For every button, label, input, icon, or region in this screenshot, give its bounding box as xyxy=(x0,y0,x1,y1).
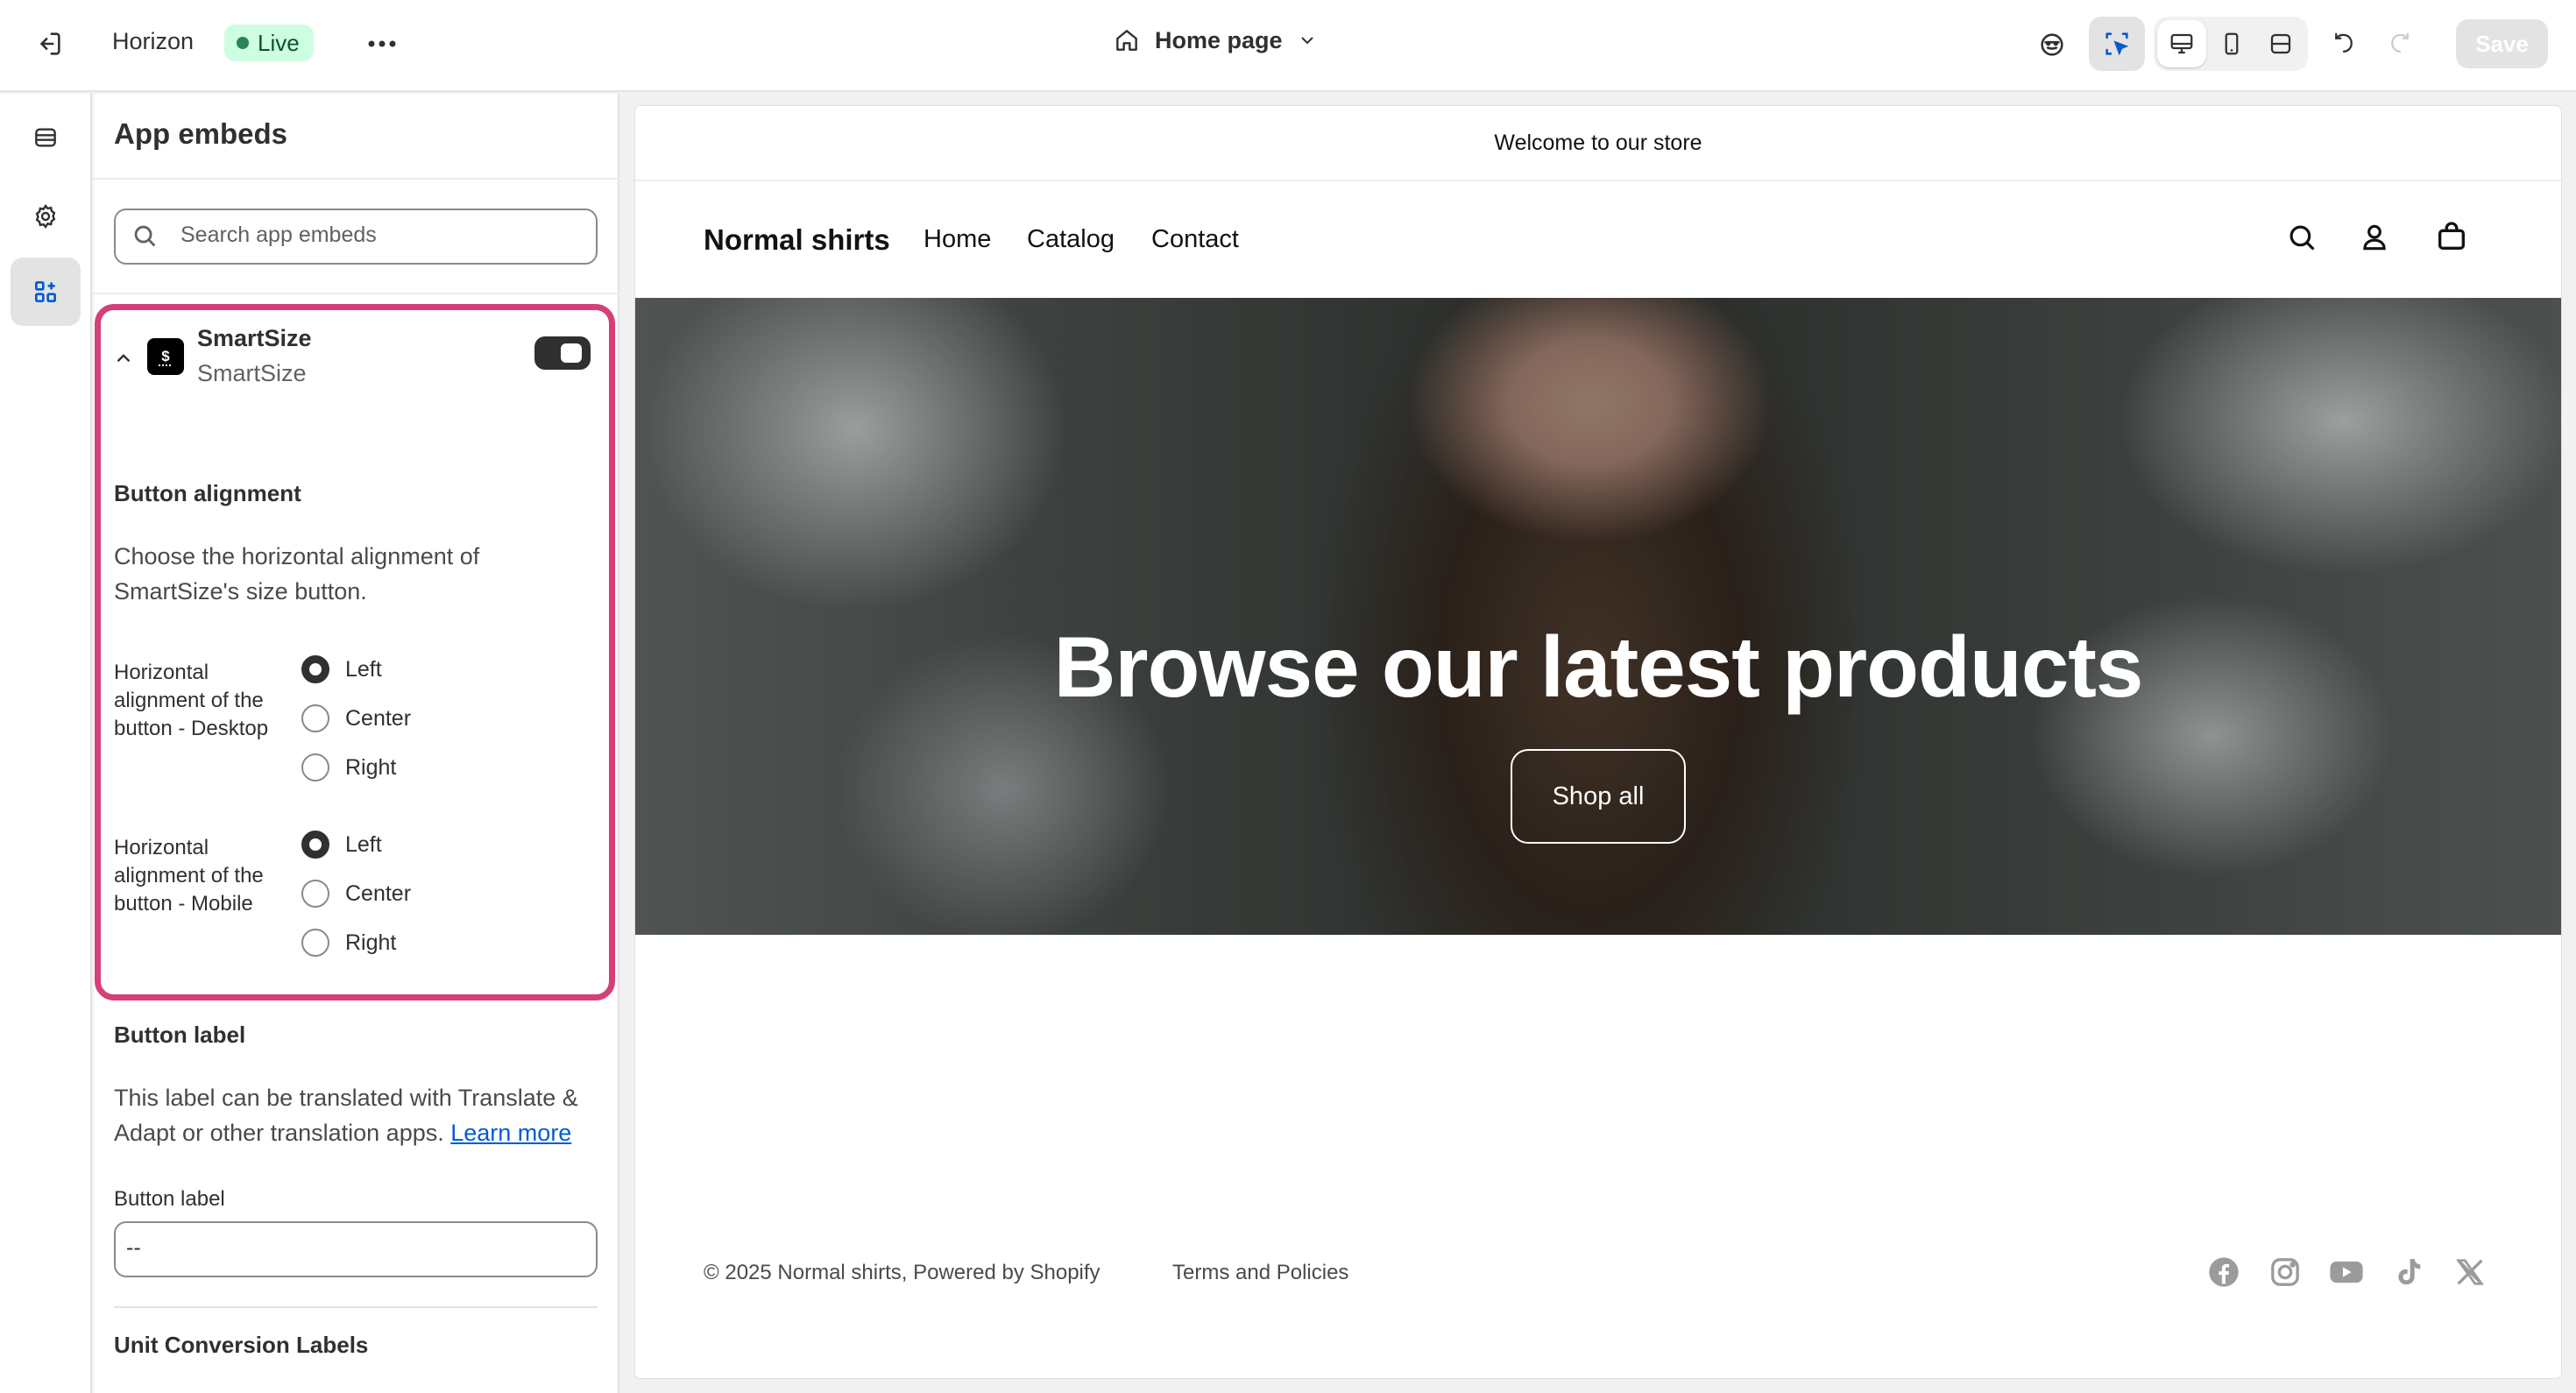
button-label-description: This label can be translated with Transl… xyxy=(114,1085,578,1146)
home-icon xyxy=(1116,30,1137,51)
button-alignment-title: Button alignment xyxy=(114,480,301,506)
hero-banner: Browse our latest products Shop all xyxy=(635,298,2561,935)
radio-desktop-center[interactable] xyxy=(301,704,329,732)
unit-conversion-title: Unit Conversion Labels xyxy=(114,1332,369,1358)
radio-mobile-right-label: Right xyxy=(345,930,397,955)
nav-catalog[interactable]: Catalog xyxy=(1027,225,1115,254)
button-label-field-label: Button label xyxy=(114,1187,225,1211)
search-placeholder: Search app embeds xyxy=(180,223,377,247)
divider xyxy=(94,178,619,180)
announcement-bar: Welcome to our store xyxy=(635,106,2561,181)
live-badge: Live xyxy=(224,25,314,61)
account-icon[interactable] xyxy=(2358,221,2391,254)
store-name: Horizon xyxy=(112,28,195,54)
button-label-input-value: -- xyxy=(126,1235,141,1260)
page-selector[interactable]: Home page xyxy=(1113,26,1318,54)
button-label-input[interactable] xyxy=(114,1221,598,1277)
footer-copyright: © 2025 Normal shirts, Powered by Shopify xyxy=(704,1261,1100,1284)
learn-more-link[interactable]: Learn more xyxy=(450,1120,571,1146)
store-brand[interactable]: Normal shirts xyxy=(704,223,890,257)
radio-mobile-center-label: Center xyxy=(345,881,412,906)
radio-mobile-left-label: Left xyxy=(345,832,382,857)
radio-desktop-left[interactable] xyxy=(301,655,329,683)
x-twitter-icon[interactable] xyxy=(2452,1255,2488,1290)
save-button[interactable]: Save xyxy=(2456,19,2548,68)
undo-icon[interactable] xyxy=(2324,23,2364,65)
mobile-view-icon[interactable] xyxy=(2208,20,2255,67)
desktop-alignment-label: Horizontal alignment of the button - Des… xyxy=(114,661,269,740)
radio-desktop-left-label: Left xyxy=(345,657,382,682)
sidekick-icon[interactable] xyxy=(2031,25,2073,65)
radio-mobile-left[interactable] xyxy=(301,831,329,859)
live-badge-label: Live xyxy=(258,29,300,56)
chevron-up-icon[interactable] xyxy=(112,347,135,370)
live-dot-icon xyxy=(237,37,249,49)
fullscreen-view-icon[interactable] xyxy=(2257,20,2304,67)
desktop-view-icon[interactable] xyxy=(2157,20,2206,67)
divider xyxy=(114,1306,598,1308)
chevron-down-icon xyxy=(1300,37,1313,45)
app-subtitle: SmartSize xyxy=(197,360,307,386)
app-embeds-icon[interactable] xyxy=(11,258,81,326)
redo-icon[interactable] xyxy=(2380,23,2420,65)
svg-text:$: $ xyxy=(161,348,170,364)
smartsize-logo-icon: $ xyxy=(147,338,184,375)
shop-all-button[interactable]: Shop all xyxy=(1511,749,1686,844)
theme-settings-icon[interactable] xyxy=(19,194,72,238)
page-selector-label: Home page xyxy=(1155,26,1283,53)
facebook-icon[interactable] xyxy=(2206,1255,2241,1290)
toggle-knob xyxy=(561,343,582,363)
radio-mobile-right[interactable] xyxy=(301,929,329,957)
instagram-icon[interactable] xyxy=(2268,1255,2303,1290)
radio-desktop-center-label: Center xyxy=(345,706,412,731)
cart-icon[interactable] xyxy=(2434,219,2469,254)
hero-title: Browse our latest products xyxy=(1053,619,2144,715)
mobile-alignment-label: Horizontal alignment of the button - Mob… xyxy=(114,836,264,916)
nav-home[interactable]: Home xyxy=(924,225,991,254)
nav-contact[interactable]: Contact xyxy=(1151,225,1239,254)
exit-icon[interactable] xyxy=(26,25,72,63)
sections-icon[interactable] xyxy=(19,116,72,159)
more-options-icon[interactable] xyxy=(359,25,405,63)
radio-mobile-center[interactable] xyxy=(301,880,329,908)
divider xyxy=(94,293,619,294)
search-icon xyxy=(134,225,156,247)
app-name: SmartSize xyxy=(197,325,312,351)
inspector-icon[interactable] xyxy=(2089,17,2145,71)
button-alignment-description: Choose the horizontal alignment of Smart… xyxy=(114,543,480,605)
tiktok-icon[interactable] xyxy=(2391,1255,2426,1290)
radio-desktop-right-label: Right xyxy=(345,755,397,780)
radio-desktop-right[interactable] xyxy=(301,753,329,781)
panel-title: App embeds xyxy=(114,117,288,150)
search-icon[interactable] xyxy=(2285,221,2318,254)
youtube-icon[interactable] xyxy=(2328,1255,2365,1290)
footer-terms-link[interactable]: Terms and Policies xyxy=(1172,1261,1348,1285)
store-preview: Welcome to our store Normal shirts Home … xyxy=(635,106,2561,1378)
button-label-title: Button label xyxy=(114,1022,246,1048)
